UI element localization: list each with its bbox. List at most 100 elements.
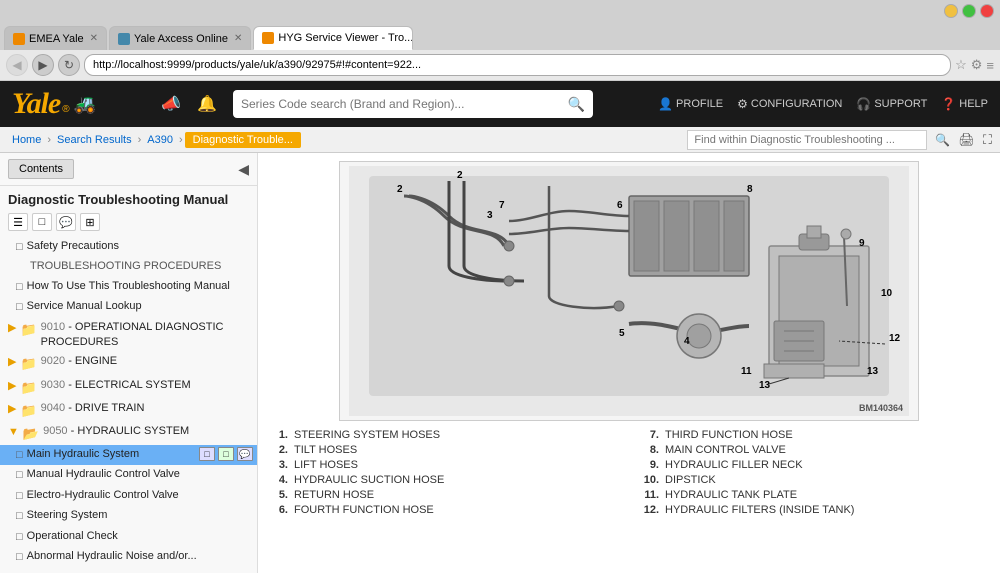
parts-text-12: HYDRAULIC FILTERS (INSIDE TANK) (665, 504, 854, 516)
folder-icon-9030: ▶ (8, 379, 16, 394)
parts-num-1: 1. (266, 429, 288, 441)
breadcrumb-bar: Home › Search Results › A390 › Diagnosti… (0, 127, 1000, 153)
sidebar-tool-chat[interactable]: 💬 (56, 213, 76, 231)
support-icon: 🎧 (856, 97, 871, 111)
tab-axcess[interactable]: Yale Axcess Online ✕ (109, 26, 251, 50)
nav-support[interactable]: 🎧 SUPPORT (856, 97, 927, 111)
tree-item-how-to-use[interactable]: □ How To Use This Troubleshooting Manual (0, 277, 257, 297)
close-btn[interactable] (980, 4, 994, 18)
parts-row-7: 7. THIRD FUNCTION HOSE (637, 429, 992, 441)
global-search-input[interactable] (241, 97, 568, 111)
tree-item-9030[interactable]: ▶ 📁 9030 - ELECTRICAL SYSTEM (0, 376, 257, 399)
folder-icon-9020b: 📁 (20, 355, 36, 373)
maximize-btn[interactable] (962, 4, 976, 18)
tree-item-troubleshooting-procedures[interactable]: TROUBLESHOOTING PROCEDURES (0, 257, 257, 276)
tree-item-main-hydraulic[interactable]: □ Main Hydraulic System □ □ 💬 (0, 445, 257, 465)
tree-label-9010: 9010 - OPERATIONAL DIAGNOSTIC PROCEDURES (41, 320, 253, 351)
nav-help[interactable]: ❓ HELP (941, 97, 988, 111)
find-search-icon[interactable]: 🔍 (935, 133, 950, 147)
address-bar-row: ◀ ▶ ↻ ☆ ⚙ ≡ (0, 50, 1000, 80)
breadcrumb-arrow-1: › (47, 134, 51, 146)
parts-col-left: 1. STEERING SYSTEM HOSES 2. TILT HOSES 3… (266, 429, 621, 519)
sidebar-tool-grid[interactable]: □ (32, 213, 52, 231)
tab-close-axcess[interactable]: ✕ (234, 33, 242, 44)
parts-row-2: 2. TILT HOSES (266, 444, 621, 456)
bell-icon[interactable]: 🔔 (197, 94, 217, 114)
svg-text:6: 6 (617, 200, 623, 211)
svg-text:10: 10 (881, 288, 893, 299)
expand-icon[interactable]: ⛶ (983, 132, 992, 148)
tree-label-9020: 9020 - ENGINE (41, 354, 253, 369)
parts-num-5: 5. (266, 489, 288, 501)
svg-text:11: 11 (741, 366, 752, 377)
breadcrumb-search-link[interactable]: Search Results (53, 134, 136, 146)
megaphone-icon[interactable]: 📣 (161, 94, 181, 114)
parts-num-2: 2. (266, 444, 288, 456)
breadcrumb-search[interactable]: Search Results (53, 134, 136, 146)
nav-config-label: CONFIGURATION (751, 98, 842, 110)
active-icon-1[interactable]: □ (199, 447, 215, 461)
folder-icon-9020: ▶ (8, 355, 16, 370)
parts-num-6: 6. (266, 504, 288, 516)
tree-item-abnormal[interactable]: □ Abnormal Hydraulic Noise and/or... (0, 547, 257, 567)
nav-profile[interactable]: 👤 PROFILE (658, 97, 723, 111)
contents-tab[interactable]: Contents (8, 159, 74, 179)
breadcrumb-home-link[interactable]: Home (8, 134, 45, 146)
tree-label-electro-hyd: Electro-Hydraulic Control Valve (27, 488, 253, 503)
breadcrumb-home[interactable]: Home (8, 134, 45, 146)
svg-text:2: 2 (457, 170, 463, 181)
tab-icon-emea (13, 33, 25, 45)
folder-icon-9050: ▼ (8, 425, 19, 440)
breadcrumb-current: Diagnostic Trouble... (185, 132, 301, 148)
tree-item-service-lookup[interactable]: □ Service Manual Lookup (0, 297, 257, 317)
tab-close-emea[interactable]: ✕ (90, 33, 98, 44)
tree-item-9050[interactable]: ▼ 📂 9050 - HYDRAULIC SYSTEM (0, 422, 257, 445)
sidebar-tool-expand[interactable]: ⊞ (80, 213, 100, 231)
settings-icon[interactable]: ⚙ (971, 57, 983, 73)
breadcrumb-current-label: Diagnostic Trouble... (185, 132, 301, 148)
tree-item-manual-hyd[interactable]: □ Manual Hydraulic Control Valve (0, 465, 257, 485)
breadcrumb-a390[interactable]: A390 (143, 134, 177, 146)
print-icon[interactable]: 🖨 (958, 132, 975, 148)
sidebar-collapse-btn[interactable]: ◀ (238, 161, 249, 178)
main-area: Contents ◀ Diagnostic Troubleshooting Ma… (0, 153, 1000, 573)
tree-label-9030: 9030 - ELECTRICAL SYSTEM (41, 378, 253, 393)
active-icon-3[interactable]: 💬 (237, 447, 253, 461)
global-search-button[interactable]: 🔍 (568, 96, 585, 113)
tree-item-9020[interactable]: ▶ 📁 9020 - ENGINE (0, 352, 257, 375)
profile-icon: 👤 (658, 97, 673, 111)
tree-label-steering: Steering System (27, 508, 253, 523)
diagram-svg: 2 2 3 4 5 6 7 8 9 9 10 11 13 12 (349, 166, 909, 416)
svg-text:12: 12 (889, 333, 901, 344)
tree-item-9010[interactable]: ▶ 📁 9010 - OPERATIONAL DIAGNOSTIC PROCED… (0, 318, 257, 353)
tab-emea-yale[interactable]: EMEA Yale ✕ (4, 26, 107, 50)
help-icon: ❓ (941, 97, 956, 111)
tree-item-steering[interactable]: □ Steering System (0, 506, 257, 526)
parts-text-3: LIFT HOSES (294, 459, 358, 471)
forward-button[interactable]: ▶ (32, 54, 54, 76)
tree-item-9040[interactable]: ▶ 📁 9040 - DRIVE TRAIN (0, 399, 257, 422)
doc-icon-electro-hyd: □ (16, 489, 23, 504)
header-center: 📣 🔔 🔍 (96, 90, 658, 118)
breadcrumb-a390-link[interactable]: A390 (143, 134, 177, 146)
folder-open-icon-9050: 📂 (23, 425, 39, 443)
minimize-btn[interactable] (944, 4, 958, 18)
sidebar-tool-list[interactable]: ☰ (8, 213, 28, 231)
hydraulic-diagram: 2 2 3 4 5 6 7 8 9 9 10 11 13 12 (339, 161, 919, 421)
refresh-button[interactable]: ↻ (58, 54, 80, 76)
tab-bar: EMEA Yale ✕ Yale Axcess Online ✕ HYG Ser… (0, 22, 1000, 50)
tree-item-op-check[interactable]: □ Operational Check (0, 527, 257, 547)
parts-row-6: 6. FOURTH FUNCTION HOSE (266, 504, 621, 516)
active-icon-2[interactable]: □ (218, 447, 234, 461)
bookmark-star-icon[interactable]: ☆ (955, 57, 967, 73)
tree-item-electro-hyd[interactable]: □ Electro-Hydraulic Control Valve (0, 486, 257, 506)
back-button[interactable]: ◀ (6, 54, 28, 76)
tree-item-safety[interactable]: □ Safety Precautions (0, 237, 257, 257)
find-in-page-input[interactable] (687, 130, 927, 150)
tab-hyg[interactable]: HYG Service Viewer - Tro... ✕ (253, 26, 413, 50)
nav-support-label: SUPPORT (874, 98, 927, 110)
parts-row-12: 12. HYDRAULIC FILTERS (INSIDE TANK) (637, 504, 992, 516)
menu-icon[interactable]: ≡ (986, 58, 994, 73)
nav-configuration[interactable]: ⚙ CONFIGURATION (737, 97, 842, 111)
address-input[interactable] (84, 54, 951, 76)
